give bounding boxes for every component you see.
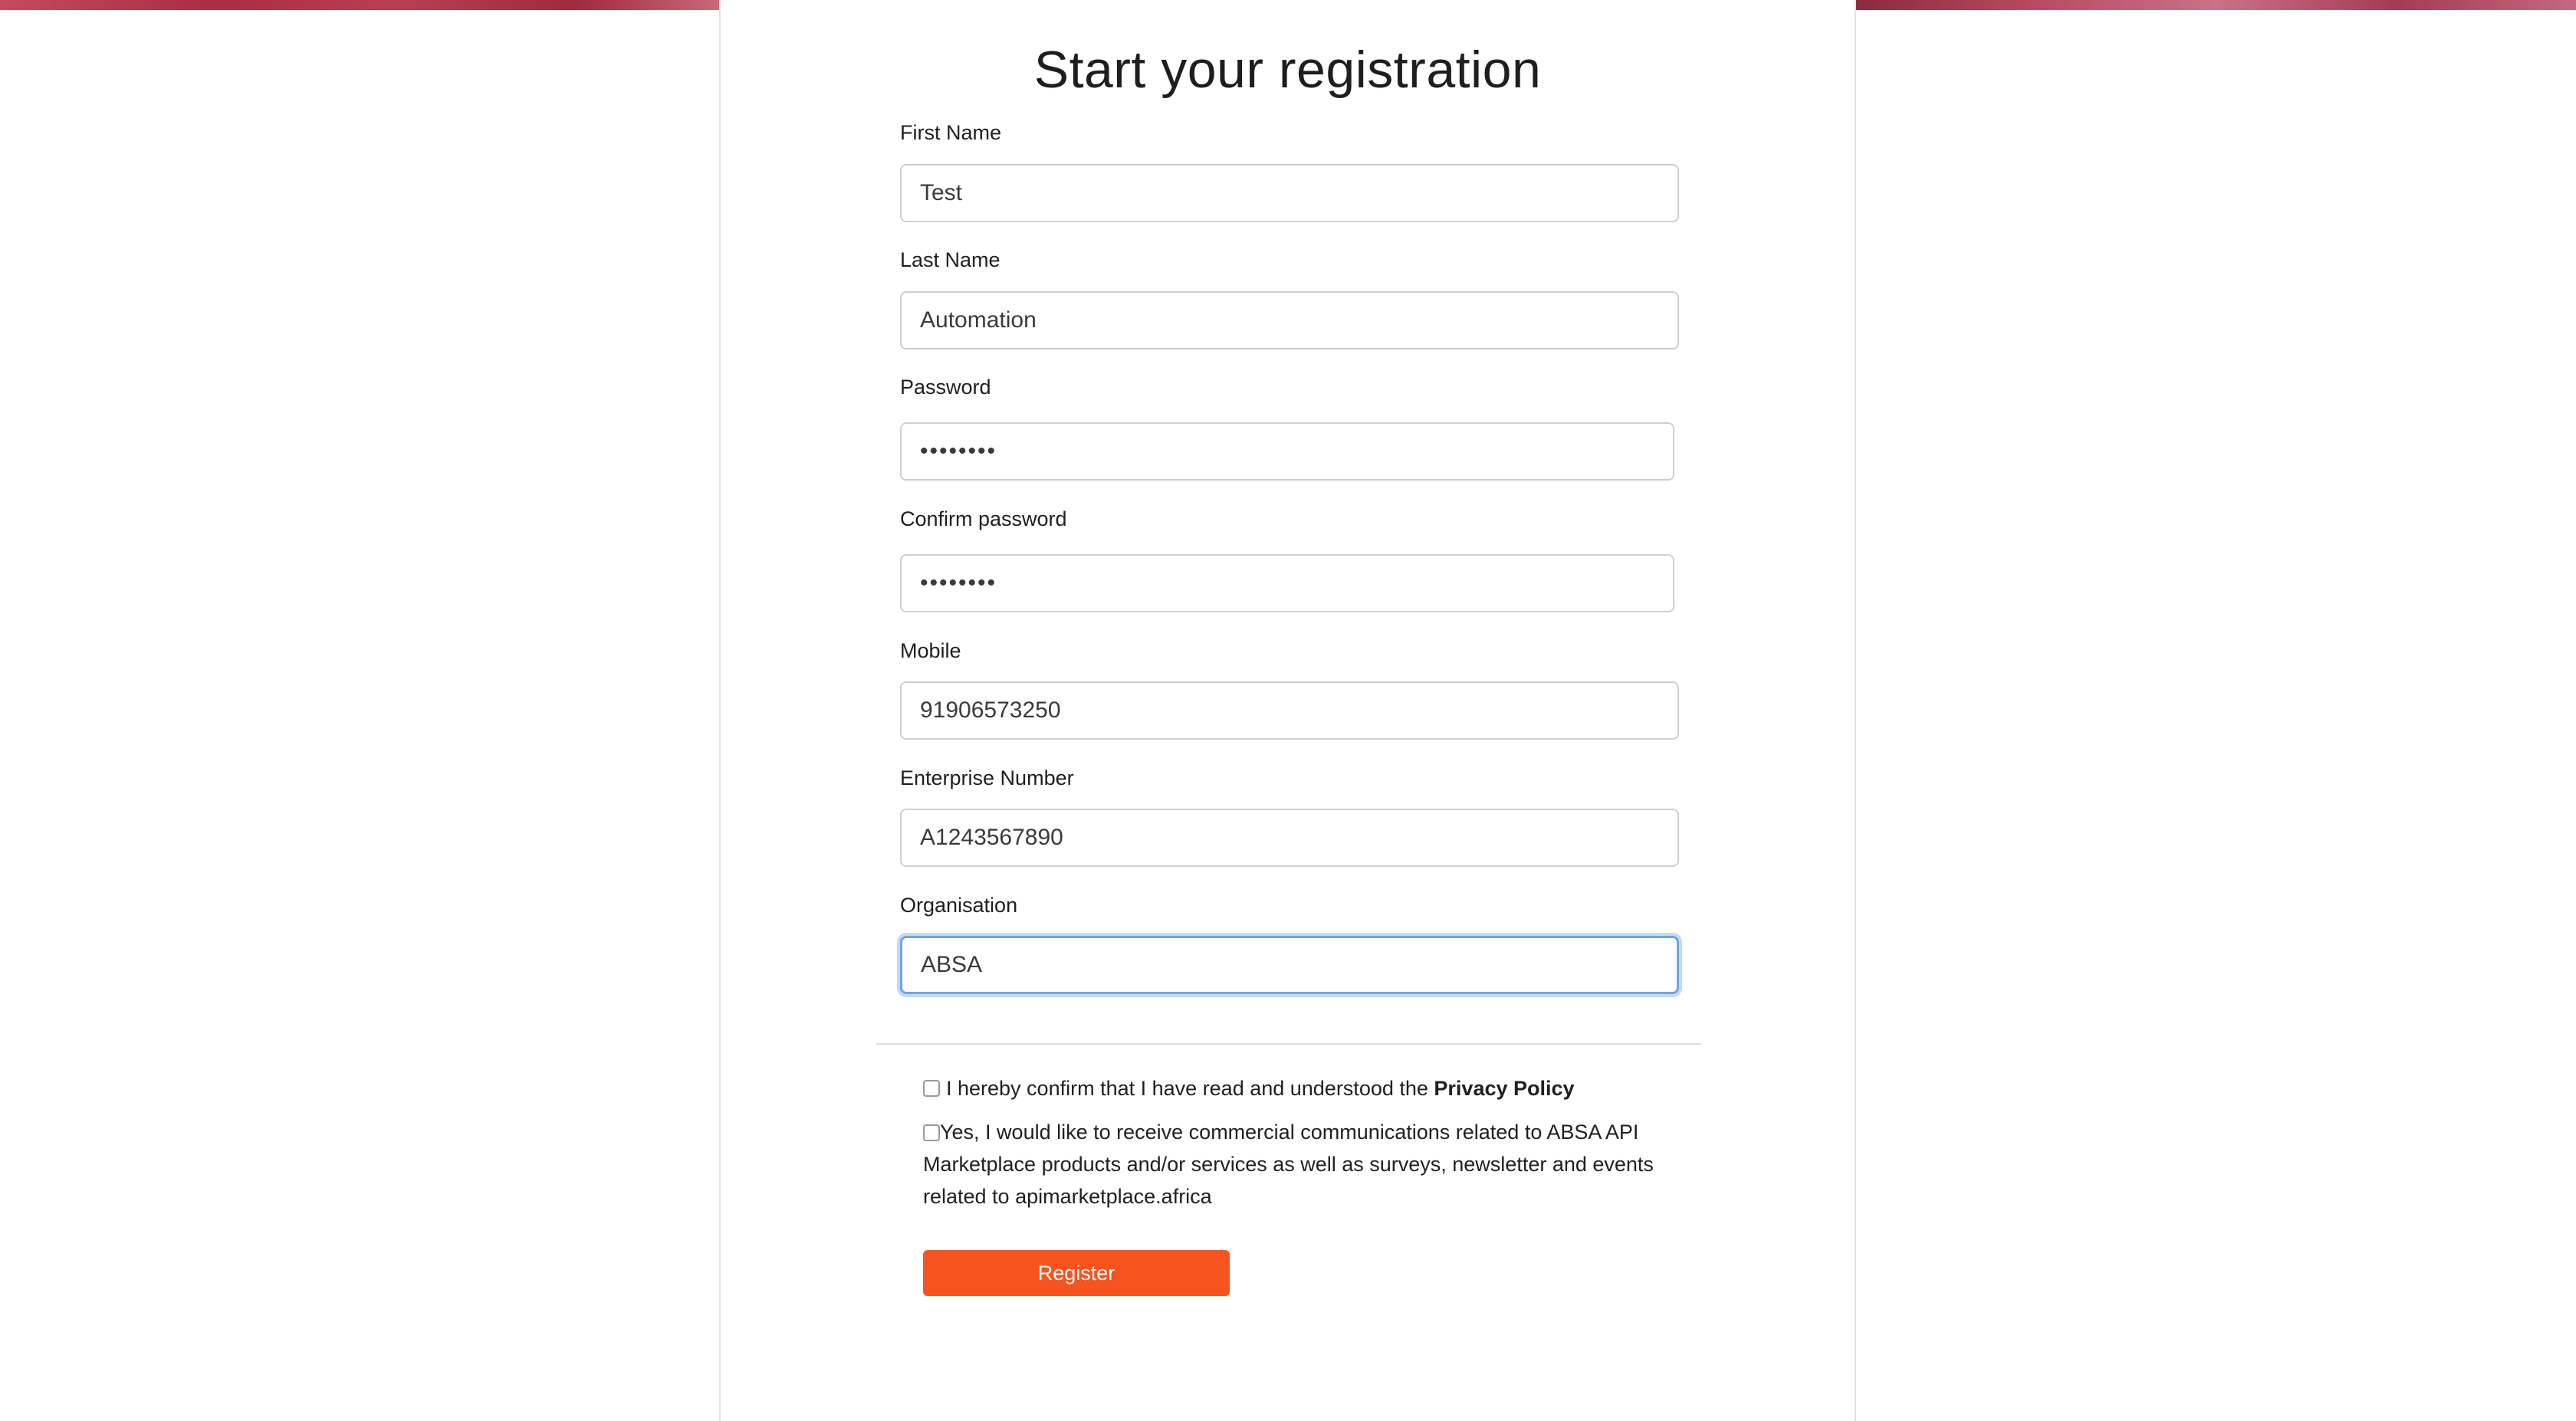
background-image-right <box>1856 0 2576 10</box>
privacy-consent-row: I hereby confirm that I have read and un… <box>946 1072 1575 1104</box>
mobile-label: Mobile <box>900 639 961 662</box>
confirm-password-label: Confirm password <box>900 507 1067 530</box>
privacy-checkbox[interactable] <box>923 1080 940 1097</box>
privacy-consent-prefix: I hereby confirm that I have read and un… <box>946 1077 1434 1100</box>
form-divider <box>876 1043 1701 1045</box>
confirm-password-input[interactable] <box>900 554 1674 612</box>
organisation-input[interactable] <box>900 936 1679 994</box>
registration-panel: Start your registration First Name Last … <box>719 0 1856 1421</box>
last-name-input[interactable] <box>900 291 1679 350</box>
marketing-consent-text: Yes, I would like to receive commercial … <box>923 1121 1654 1208</box>
privacy-policy-link[interactable]: Privacy Policy <box>1434 1077 1574 1100</box>
enterprise-number-input[interactable] <box>900 809 1679 867</box>
first-name-input[interactable] <box>900 164 1679 222</box>
page-title: Start your registration <box>1033 41 1542 99</box>
enterprise-number-label: Enterprise Number <box>900 766 1074 789</box>
first-name-label: First Name <box>900 121 1002 144</box>
organisation-label: Organisation <box>900 894 1018 917</box>
mobile-input[interactable] <box>900 681 1679 740</box>
password-label: Password <box>900 376 991 399</box>
password-input[interactable] <box>900 422 1674 481</box>
background-image-left <box>0 0 719 10</box>
privacy-consent-text: I hereby confirm that I have read and un… <box>946 1072 1575 1104</box>
register-button[interactable]: Register <box>923 1250 1230 1296</box>
marketing-consent-row: Yes, I would like to receive commercial … <box>923 1116 1659 1213</box>
last-name-label: Last Name <box>900 248 1001 271</box>
